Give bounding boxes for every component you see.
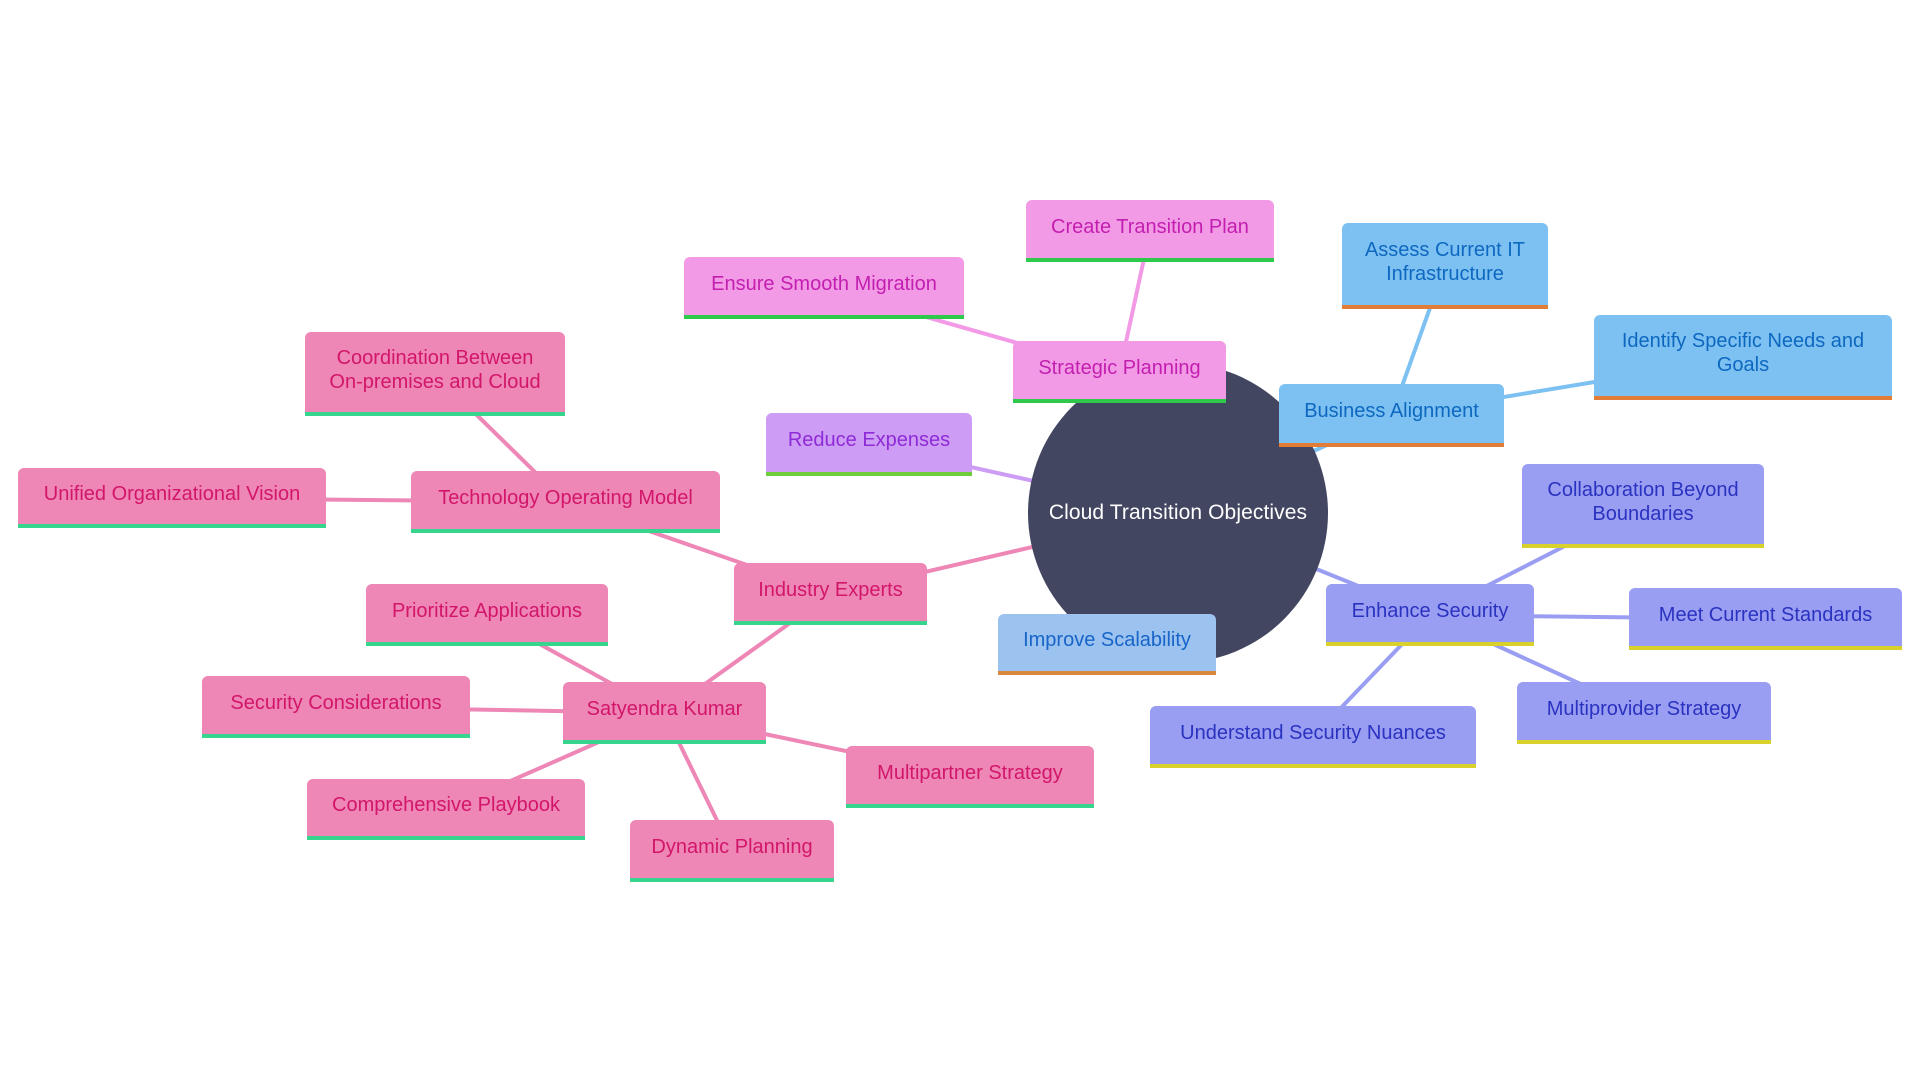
node-reduce-expenses[interactable]: Reduce Expenses: [766, 413, 972, 476]
node-label: Dynamic Planning: [651, 835, 813, 858]
node-label: Understand Security Nuances: [1180, 721, 1446, 744]
node-collaboration-beyond-boundaries[interactable]: Collaboration Beyond Boundaries: [1522, 464, 1764, 548]
node-label: Assess Current IT Infrastructure: [1364, 238, 1526, 285]
node-prioritize-applications[interactable]: Prioritize Applications: [366, 584, 608, 646]
node-dynamic-planning[interactable]: Dynamic Planning: [630, 820, 834, 882]
node-label: Ensure Smooth Migration: [711, 272, 937, 295]
node-satyendra-kumar[interactable]: Satyendra Kumar: [563, 682, 766, 744]
node-improve-scalability[interactable]: Improve Scalability: [998, 614, 1216, 675]
node-label: Reduce Expenses: [787, 429, 951, 451]
mindmap-canvas: Cloud Transition Objectives Strategic Pl…: [0, 0, 1920, 1080]
node-enhance-security[interactable]: Enhance Security: [1326, 584, 1534, 646]
node-label: Comprehensive Playbook: [332, 794, 560, 816]
node-label: Collaboration Beyond Boundaries: [1547, 478, 1739, 525]
node-label: Multiprovider Strategy: [1546, 697, 1742, 720]
node-business-alignment[interactable]: Business Alignment: [1279, 384, 1504, 447]
node-multiprovider-strategy[interactable]: Multiprovider Strategy: [1517, 682, 1771, 744]
node-label: Industry Experts: [758, 578, 903, 601]
node-technology-operating-model[interactable]: Technology Operating Model: [411, 471, 720, 533]
node-strategic-planning[interactable]: Strategic Planning: [1013, 341, 1226, 403]
node-industry-experts[interactable]: Industry Experts: [734, 563, 927, 625]
node-label: Create Transition Plan: [1051, 215, 1249, 238]
node-meet-current-standards[interactable]: Meet Current Standards: [1629, 588, 1902, 650]
node-label: Multipartner Strategy: [877, 761, 1063, 784]
node-security-considerations[interactable]: Security Considerations: [202, 676, 470, 738]
node-create-transition-plan[interactable]: Create Transition Plan: [1026, 200, 1274, 262]
node-label: Meet Current Standards: [1658, 603, 1873, 626]
node-ensure-smooth-migration[interactable]: Ensure Smooth Migration: [684, 257, 964, 319]
node-multipartner-strategy[interactable]: Multipartner Strategy: [846, 746, 1094, 808]
node-label: Security Considerations: [230, 691, 442, 714]
node-label: Improve Scalability: [1023, 629, 1191, 651]
root-node-label: Cloud Transition Objectives: [1048, 501, 1308, 524]
node-coordination-between-on-premises-and-cloud[interactable]: Coordination Between On-premises and Clo…: [305, 332, 565, 416]
node-unified-organizational-vision[interactable]: Unified Organizational Vision: [18, 468, 326, 528]
node-comprehensive-playbook[interactable]: Comprehensive Playbook: [307, 779, 585, 840]
node-label: Strategic Planning: [1038, 356, 1201, 379]
node-identify-specific-needs-and-goals[interactable]: Identify Specific Needs and Goals: [1594, 315, 1892, 400]
node-label: Identify Specific Needs and Goals: [1621, 330, 1865, 376]
node-understand-security-nuances[interactable]: Understand Security Nuances: [1150, 706, 1476, 768]
node-label: Satyendra Kumar: [586, 697, 743, 720]
node-label: Business Alignment: [1304, 400, 1479, 422]
node-label: Prioritize Applications: [391, 599, 583, 622]
node-label: Coordination Between On-premises and Clo…: [329, 346, 541, 393]
node-label: Technology Operating Model: [438, 486, 693, 509]
node-label: Unified Organizational Vision: [43, 482, 301, 505]
node-label: Enhance Security: [1351, 599, 1509, 622]
node-assess-current-it-infrastructure[interactable]: Assess Current IT Infrastructure: [1342, 223, 1548, 309]
